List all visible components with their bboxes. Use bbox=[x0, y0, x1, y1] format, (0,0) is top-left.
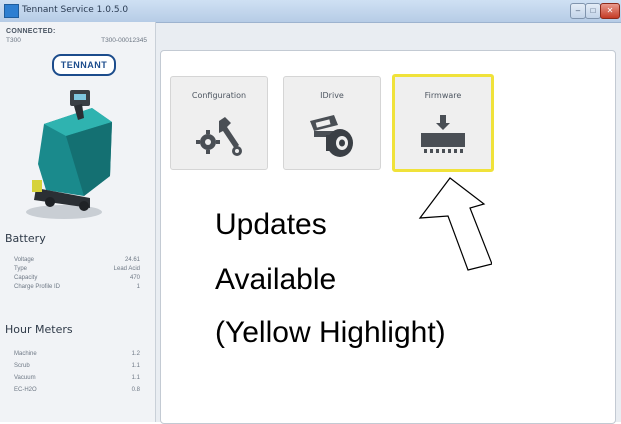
wrench-gear-icon bbox=[196, 117, 242, 156]
minimize-button[interactable]: – bbox=[570, 3, 586, 19]
row-value: 1 bbox=[136, 284, 140, 290]
title-bar[interactable]: Tennant Service 1.0.5.0 – □ ✕ bbox=[0, 0, 621, 23]
row-value: 24.61 bbox=[124, 257, 140, 263]
app-window: Tennant Service 1.0.5.0 – □ ✕ CONNECTED:… bbox=[0, 0, 621, 424]
close-button[interactable]: ✕ bbox=[600, 3, 620, 19]
machine-serial: T300-00012345 bbox=[101, 37, 147, 44]
hour-row-scrub: Scrub 1.1 bbox=[14, 363, 140, 369]
battery-row-capacity: Capacity 470 bbox=[14, 275, 140, 281]
idrive-icon bbox=[310, 115, 353, 157]
row-label: Scrub bbox=[14, 363, 30, 369]
annotation-line-1: Updates bbox=[215, 208, 327, 241]
battery-row-charge-profile: Charge Profile ID 1 bbox=[14, 284, 140, 290]
row-value: 1.1 bbox=[131, 375, 140, 381]
row-label: Voltage bbox=[14, 257, 35, 263]
battery-section-title: Battery bbox=[5, 232, 46, 245]
row-label: Capacity bbox=[14, 275, 38, 281]
tile-label: IDrive bbox=[320, 91, 344, 100]
row-label: Charge Profile ID bbox=[14, 284, 61, 290]
hour-meters-section-title: Hour Meters bbox=[5, 323, 73, 336]
row-value: Lead Acid bbox=[113, 266, 140, 272]
up-arrow-icon bbox=[418, 177, 492, 271]
row-label: Machine bbox=[14, 351, 37, 357]
row-value: 0.8 bbox=[131, 387, 140, 393]
tennant-logo: TENNANT bbox=[52, 54, 116, 76]
row-label: EC-H2O bbox=[14, 387, 37, 393]
connection-status: CONNECTED: bbox=[6, 28, 56, 35]
annotation-line-2: Available bbox=[215, 263, 337, 296]
battery-row-voltage: Voltage 24.61 bbox=[14, 257, 140, 263]
hour-row-vacuum: Vacuum 1.1 bbox=[14, 375, 140, 381]
maximize-button[interactable]: □ bbox=[585, 3, 601, 19]
configuration-tile[interactable]: Configuration bbox=[170, 76, 268, 170]
row-value: 1.1 bbox=[131, 363, 140, 369]
machine-model: T300 bbox=[6, 37, 21, 44]
hour-row-machine: Machine 1.2 bbox=[14, 351, 140, 357]
machine-image bbox=[26, 90, 112, 219]
annotation-line-3: (Yellow Highlight) bbox=[215, 316, 446, 349]
row-label: Type bbox=[14, 266, 28, 272]
tile-label: Configuration bbox=[191, 91, 247, 100]
row-label: Vacuum bbox=[14, 375, 36, 381]
tile-label: Firmware bbox=[424, 91, 462, 100]
idrive-tile[interactable]: IDrive bbox=[283, 76, 381, 170]
hour-row-ec-h2o: EC-H2O 0.8 bbox=[14, 387, 140, 393]
firmware-chip-icon bbox=[421, 115, 465, 153]
window-title: Tennant Service 1.0.5.0 bbox=[22, 5, 129, 15]
row-value: 1.2 bbox=[131, 351, 140, 357]
firmware-tile[interactable]: Firmware bbox=[392, 74, 494, 172]
app-icon bbox=[4, 4, 19, 18]
sidebar: CONNECTED: T300 T300-00012345 TENNANT Ba… bbox=[0, 22, 156, 422]
battery-row-type: Type Lead Acid bbox=[14, 266, 140, 272]
row-value: 470 bbox=[129, 275, 140, 281]
